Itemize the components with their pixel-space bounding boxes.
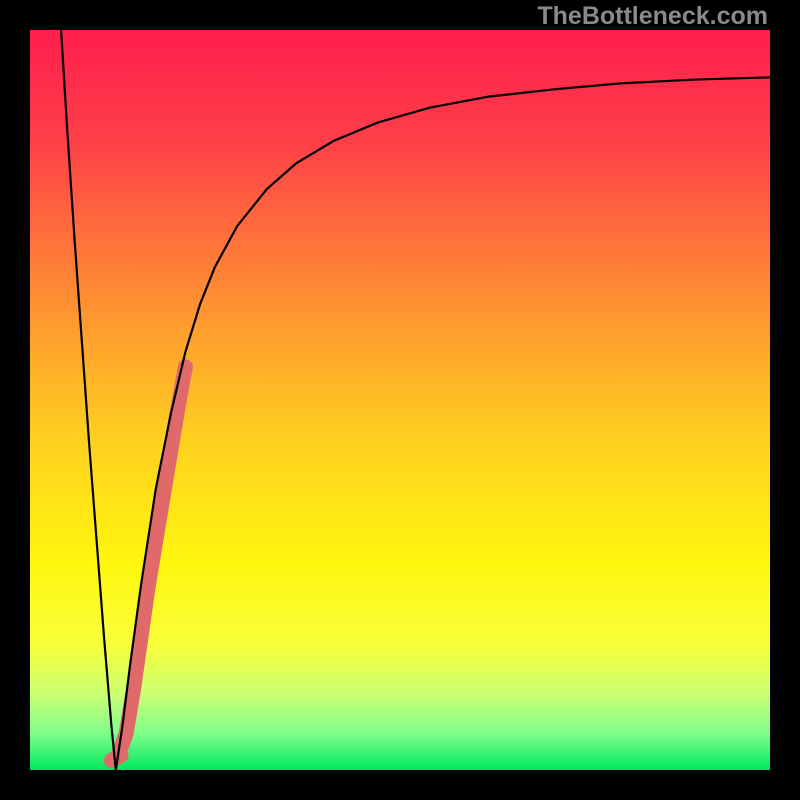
main-curve — [61, 30, 770, 770]
watermark-text: TheBottleneck.com — [537, 2, 768, 31]
vertex-dot — [111, 755, 121, 760]
highlight-band — [118, 367, 185, 756]
curve-layer — [30, 30, 770, 770]
chart-frame: TheBottleneck.com — [0, 0, 800, 800]
